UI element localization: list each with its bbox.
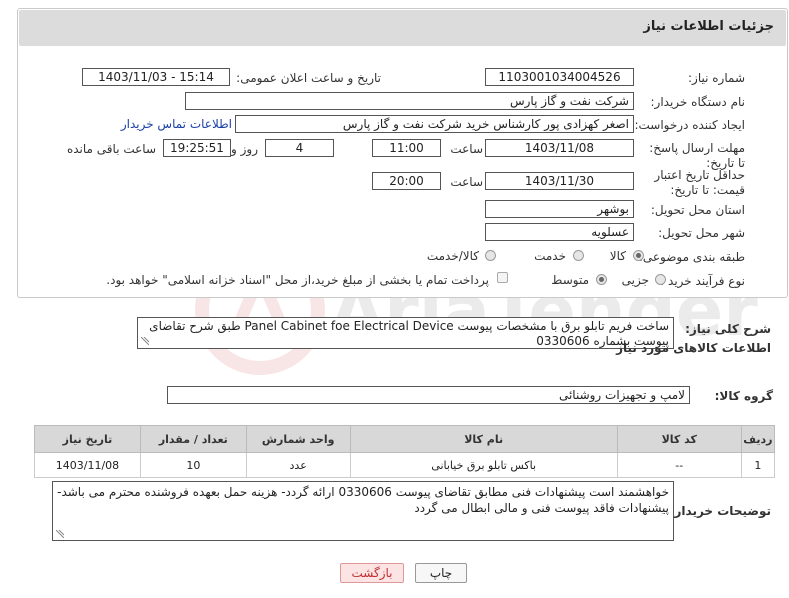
price-validity-date-field[interactable]: 1403/11/30 [485,172,634,190]
province-label: استان محل تحویل: [650,203,745,217]
description-textarea[interactable]: ساخت فریم تابلو برق با مشخصات پیوست Pane… [137,317,674,349]
announce-label: تاریخ و ساعت اعلان عمومی: [236,71,381,85]
city-label: شهر محل تحویل: [658,226,745,240]
need-number-field[interactable]: 1103001034004526 [485,68,634,86]
goods-table-header: ردیف کد کالا نام کالا واحد شمارش تعداد /… [34,425,776,453]
announce-field[interactable]: 1403/11/03 - 15:14 [82,68,230,86]
days-remaining-field[interactable]: 4 [265,139,334,157]
category-option-service: خدمت [534,249,566,263]
resize-handle-icon[interactable] [56,530,64,538]
creator-label: ایجاد کننده درخواست: [634,118,745,132]
category-option-goods-service: کالا/خدمت [426,249,479,263]
goods-section-title: اطلاعات کالاهای مورد نیاز [616,341,771,355]
creator-field[interactable]: اصغر کهزادی پور کارشناس خرید شرکت نفت و … [235,115,634,133]
province-field[interactable]: بوشهر [485,200,634,218]
category-option-goods: کالا [609,249,626,263]
treasury-payment-note: پرداخت تمام یا بخشی از مبلغ خرید،از محل … [106,273,489,287]
process-label: نوع فرآیند خرید : [660,274,745,288]
price-validity-time-label: ساعت [450,175,483,189]
remaining-time-field[interactable]: 19:25:51 [163,139,231,157]
col-row-number: ردیف [740,425,776,453]
days-label: روز و [231,142,258,156]
deadline-time-label: ساعت [450,142,483,156]
goods-group-label: گروه کالا: [714,389,773,403]
deadline-label: مهلت ارسال پاسخ: تا تاریخ: [649,141,745,170]
city-field[interactable]: عسلویه [485,223,634,241]
deadline-date-field[interactable]: 1403/11/08 [485,139,634,157]
buyer-contact-link[interactable]: اطلاعات تماس خریدار [121,117,232,131]
cell-unit: عدد [245,452,351,478]
panel-header: جزئیات اطلاعات نیاز [19,10,786,46]
price-validity-time-field[interactable]: 20:00 [372,172,441,190]
cell-item-name: باکس تابلو برق خیابانی [349,452,618,478]
cell-need-date: 1403/11/08 [34,452,141,478]
buyer-org-label: نام دستگاه خریدار: [650,95,746,109]
process-radio-medium[interactable] [596,274,607,285]
resize-handle-icon[interactable] [141,337,149,345]
process-radio-minor[interactable] [655,274,666,285]
category-radio-service[interactable] [573,250,584,261]
goods-group-field[interactable]: لامپ و تجهیزات روشنائی [167,386,690,404]
col-need-date: تاریخ نیاز [34,425,141,453]
col-quantity: تعداد / مقدار [139,425,247,453]
col-unit: واحد شمارش [245,425,351,453]
panel-title: جزئیات اطلاعات نیاز [643,19,774,34]
remaining-time-label: ساعت باقی مانده [66,142,156,156]
buyer-notes-textarea[interactable]: خواهشمند است پیشنهادات فنی مطابق تقاضای … [52,481,674,541]
back-button[interactable]: بازگشت [340,563,404,583]
cell-item-code: -- [616,452,742,478]
category-label: طبقه بندی موضوعی: [638,250,745,264]
description-label: شرح کلی نیاز: [685,322,771,336]
category-radio-goods-service[interactable] [485,250,496,261]
deadline-time-field[interactable]: 11:00 [372,139,441,157]
category-radio-goods[interactable] [633,250,644,261]
goods-table: ردیف کد کالا نام کالا واحد شمارش تعداد /… [34,425,776,478]
col-item-code: کد کالا [616,425,742,453]
need-number-label: شماره نیاز: [688,71,745,85]
treasury-payment-checkbox[interactable] [497,272,508,283]
buyer-notes-label: توضیحات خریدار: [669,504,771,518]
col-item-name: نام کالا [349,425,618,453]
table-row: 1 -- باکس تابلو برق خیابانی عدد 10 1403/… [34,452,776,478]
price-validity-label: حداقل تاریخ اعتبار قیمت: تا تاریخ: [654,168,745,197]
cell-row-number: 1 [740,452,776,478]
buyer-org-field[interactable]: شرکت نفت و گاز پارس [185,92,634,110]
process-option-minor: جزیی [621,273,649,287]
print-button[interactable]: چاپ [415,563,467,583]
process-option-medium: متوسط [551,273,589,287]
cell-quantity: 10 [139,452,247,478]
